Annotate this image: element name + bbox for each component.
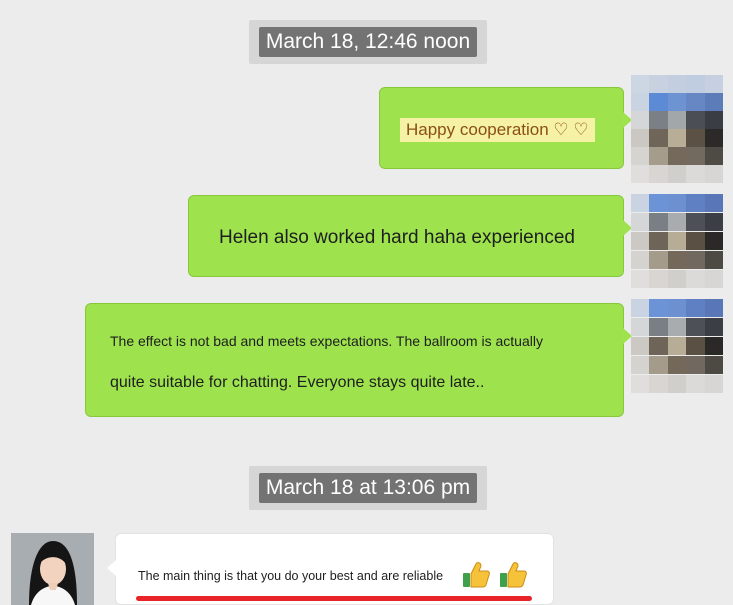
timestamp-group: March 18 at 13:06 pm: [249, 466, 487, 510]
sender-avatar[interactable]: [631, 299, 723, 394]
message-text-line-2: quite suitable for chatting. Everyone st…: [110, 374, 485, 391]
message-bubble-incoming[interactable]: The main thing is that you do your best …: [107, 533, 554, 605]
timestamp-label: March 18, 12:46 noon: [259, 27, 477, 57]
message-text: Happy cooperation ♡ ♡: [400, 118, 595, 142]
contact-avatar[interactable]: [11, 533, 94, 605]
contact-photo: [11, 533, 94, 605]
message-text-line-1: The effect is not bad and meets expectat…: [110, 333, 543, 349]
message-bubble-outgoing[interactable]: Helen also worked hard haha experienced: [188, 195, 632, 277]
timestamp-group: March 18, 12:46 noon: [249, 20, 487, 64]
thumbs-up-icon: [461, 559, 491, 589]
thumbs-up-icon: [498, 559, 528, 589]
sender-avatar[interactable]: [631, 75, 723, 183]
message-bubble-outgoing[interactable]: The effect is not bad and meets expectat…: [85, 303, 632, 417]
red-underline-annotation: [136, 596, 532, 601]
message-text: The main thing is that you do your best …: [138, 569, 444, 583]
sender-avatar[interactable]: [631, 194, 723, 289]
timestamp-label: March 18 at 13:06 pm: [259, 473, 477, 503]
message-text: Helen also worked hard haha experienced: [219, 227, 575, 248]
message-bubble-outgoing[interactable]: Happy cooperation ♡ ♡: [379, 87, 632, 169]
